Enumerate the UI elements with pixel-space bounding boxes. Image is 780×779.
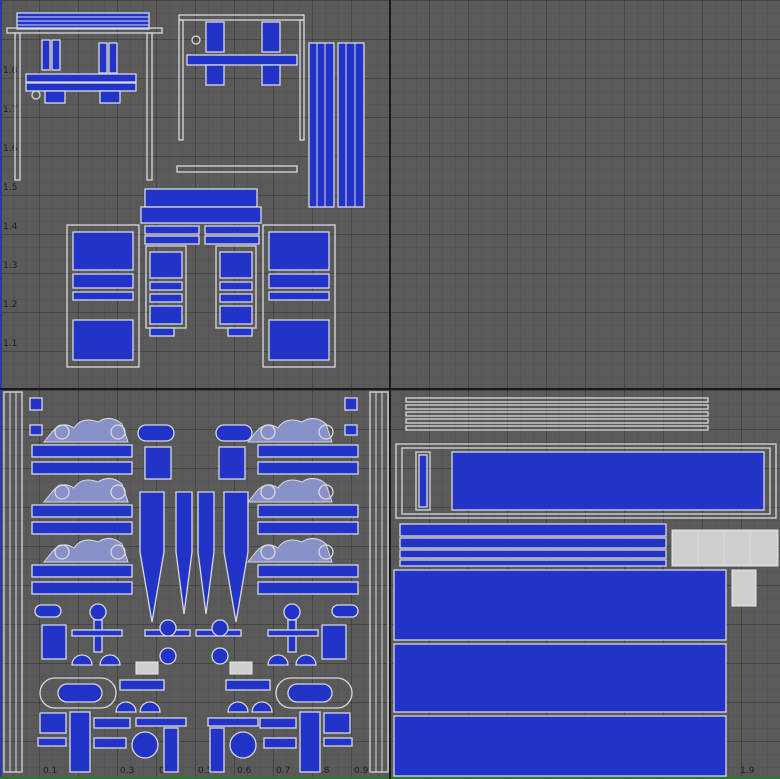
uv-editor-viewport[interactable]: 1.1 1.2 1.3 1.4 1.5 1.6 1.7 1.8 0.1 0.3 …: [0, 0, 780, 779]
uv-island-strip[interactable]: [176, 165, 298, 173]
uv-island-table-right[interactable]: [178, 14, 305, 141]
uv-island-small-parts[interactable]: [34, 603, 359, 773]
uv-island-rods[interactable]: [405, 397, 709, 431]
uv-islands-canvas[interactable]: [0, 0, 780, 779]
uv-island-table-left[interactable]: [6, 12, 163, 181]
uv-island-ornaments-right[interactable]: [246, 418, 359, 595]
uv-island-panel-large[interactable]: [395, 443, 777, 519]
uv-island-grilles[interactable]: [393, 569, 727, 777]
uv-island-drawer-cabinet[interactable]: [66, 188, 336, 368]
uv-island-knobs-center[interactable]: [137, 424, 253, 623]
uv-island-ornaments-left[interactable]: [31, 418, 133, 595]
uv-island-legs[interactable]: [308, 42, 365, 208]
